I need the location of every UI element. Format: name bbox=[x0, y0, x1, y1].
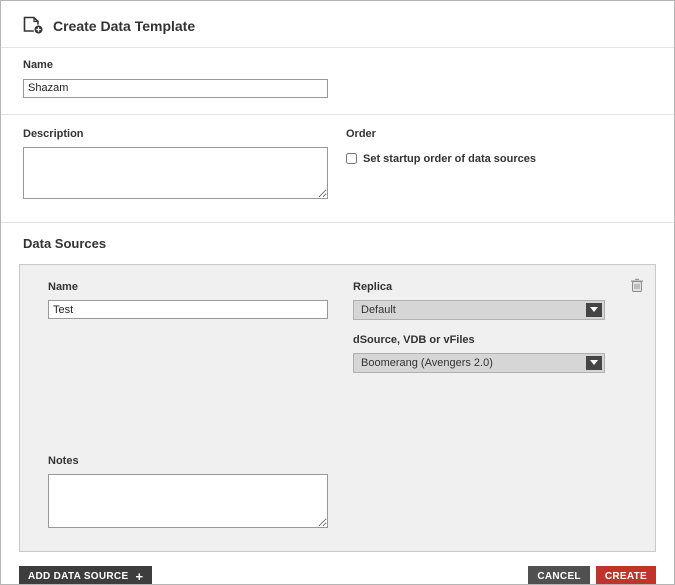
notes-field: Notes bbox=[48, 455, 627, 533]
add-data-source-button[interactable]: ADD DATA SOURCE + bbox=[19, 566, 152, 585]
startup-order-checkbox[interactable] bbox=[346, 153, 357, 164]
dsource-selected-value: Boomerang (Avengers 2.0) bbox=[361, 357, 493, 369]
replica-field: Replica Default bbox=[353, 281, 605, 320]
startup-order-checkbox-label: Set startup order of data sources bbox=[363, 153, 536, 165]
description-label: Description bbox=[23, 128, 328, 140]
dsource-dropdown[interactable]: Boomerang (Avengers 2.0) bbox=[353, 353, 605, 373]
description-order-section: Description Order Set startup order of d… bbox=[1, 115, 674, 222]
replica-selected-value: Default bbox=[361, 304, 396, 316]
name-section: Name bbox=[1, 48, 674, 114]
data-source-fields: Name Replica Default dSource, VDB or vFi… bbox=[48, 281, 627, 387]
replica-label: Replica bbox=[353, 281, 605, 293]
data-sources-heading: Data Sources bbox=[23, 236, 652, 251]
dsource-label: dSource, VDB or vFiles bbox=[353, 334, 605, 346]
trash-icon[interactable] bbox=[630, 278, 644, 293]
name-input[interactable] bbox=[23, 79, 328, 98]
page-title: Create Data Template bbox=[53, 18, 195, 34]
replica-dropdown-button[interactable] bbox=[586, 303, 602, 317]
create-button[interactable]: CREATE bbox=[596, 566, 656, 585]
name-label: Name bbox=[23, 59, 652, 71]
data-source-name-column: Name bbox=[48, 281, 353, 387]
chevron-down-icon bbox=[590, 307, 598, 312]
footer-action-buttons: CANCEL CREATE bbox=[528, 566, 656, 585]
plus-icon: + bbox=[135, 570, 143, 583]
dsource-dropdown-button[interactable] bbox=[586, 356, 602, 370]
data-source-name-label: Name bbox=[48, 281, 353, 293]
order-label: Order bbox=[346, 128, 652, 140]
data-template-icon bbox=[23, 16, 44, 35]
dialog-header: Create Data Template bbox=[1, 1, 674, 47]
data-source-select-column: Replica Default dSource, VDB or vFiles B… bbox=[353, 281, 627, 387]
dsource-field: dSource, VDB or vFiles Boomerang (Avenge… bbox=[353, 334, 605, 373]
description-textarea[interactable] bbox=[23, 147, 328, 199]
startup-order-option: Set startup order of data sources bbox=[346, 153, 652, 165]
add-data-source-label: ADD DATA SOURCE bbox=[28, 571, 128, 582]
chevron-down-icon bbox=[590, 360, 598, 365]
create-data-template-dialog: Create Data Template Name Description Or… bbox=[0, 0, 675, 585]
description-column: Description bbox=[23, 128, 328, 204]
data-sources-heading-row: Data Sources bbox=[1, 223, 674, 260]
cancel-button[interactable]: CANCEL bbox=[528, 566, 589, 585]
notes-textarea[interactable] bbox=[48, 474, 328, 528]
order-column: Order Set startup order of data sources bbox=[346, 128, 652, 204]
data-source-panel: Name Replica Default dSource, VDB or vFi… bbox=[19, 264, 656, 552]
dialog-footer: ADD DATA SOURCE + CANCEL CREATE bbox=[19, 566, 656, 585]
notes-label: Notes bbox=[48, 455, 627, 467]
data-source-name-input[interactable] bbox=[48, 300, 328, 319]
replica-dropdown[interactable]: Default bbox=[353, 300, 605, 320]
